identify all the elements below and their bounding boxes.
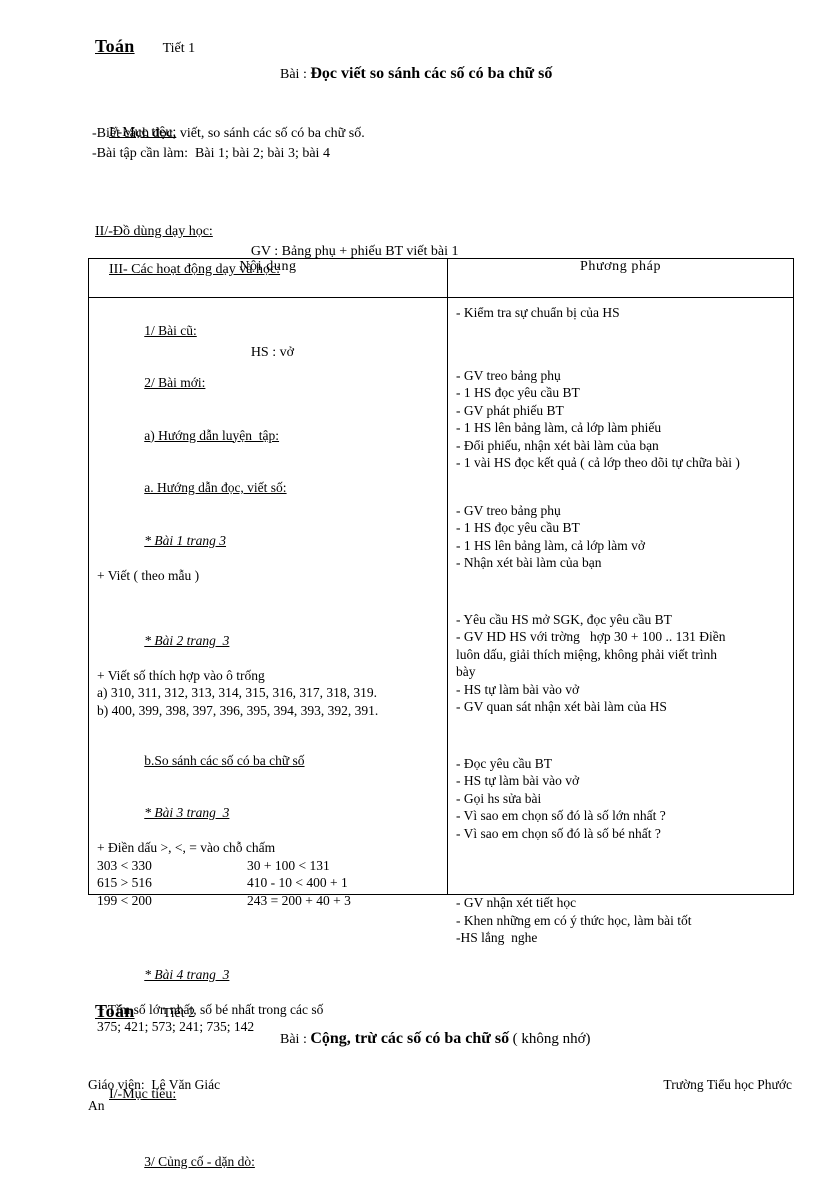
comparison-row-2: 615 > 516 410 - 10 < 400 + 1 [97, 874, 441, 892]
method-g4-line-2: - GV HD HS với trờng hợp 30 + 100 .. 131… [456, 628, 787, 646]
comparison-1-right: 30 + 100 < 131 [247, 857, 330, 875]
page-footer: Giáo viên: Lê Văn Giác Trường Tiểu học P… [88, 1074, 792, 1116]
content-exercise-1-desc: + Viết ( theo mẫu ) [97, 567, 441, 585]
comparison-1-left: 303 < 330 [97, 857, 247, 875]
comparison-row-3: 199 < 200 243 = 200 + 40 + 3 [97, 892, 441, 910]
method-g2-line-2: - 1 HS đọc yêu cầu BT [456, 384, 787, 402]
spacer-2 [97, 719, 441, 734]
table-body-row: 1/ Bài cũ: 2/ Bài mới: a) Hướng dẫn luyệ… [89, 298, 794, 895]
content-exercise-2-title: * Bài 2 trang 3 [97, 614, 441, 667]
method-g3-line-1: - GV treo bảng phụ [456, 502, 787, 520]
method-g5-line-2: - HS tự làm bài vào vở [456, 772, 787, 790]
footer-row: Giáo viên: Lê Văn Giác Trường Tiểu học P… [88, 1074, 792, 1095]
activities-table: Nội dung Phương pháp 1/ Bài cũ: 2/ Bài m… [88, 258, 794, 895]
method-g3-line-2: - 1 HS đọc yêu cầu BT [456, 519, 787, 537]
lesson-2-title-prefix: Bài : [280, 1032, 307, 1047]
method-g1-line-1: - Kiểm tra sự chuẩn bị của HS [456, 304, 787, 322]
content-sub-a: a. Hướng dẫn đọc, viết số: [97, 462, 441, 515]
lesson-2-title-row: Bài : Cộng, trừ các số có ba chữ số ( kh… [95, 1030, 795, 1048]
method-g5-line-4: - Vì sao em chọn số đó là số lớn nhất ? [456, 807, 787, 825]
method-g6-line-1: - GV nhận xét tiết học [456, 894, 787, 912]
content-closing: 3/ Củng cố - dặn dò: [97, 1136, 441, 1188]
method-g6-line-3: -HS lắng nghe [456, 929, 787, 947]
lesson-2-header: Toán Tiết 2 Bài : Cộng, trừ các số có ba… [95, 1001, 795, 1048]
content-exercise-4-title: * Bài 4 trang 3 [97, 948, 441, 1001]
lesson-1-objective-line-2: -Bài tập cần làm: Bài 1; bài 2; bài 3; b… [92, 144, 330, 164]
footer-school-line-2: An [88, 1095, 792, 1116]
method-g2-line-6: - 1 vài HS đọc kết quả ( cả lớp theo dõi… [456, 454, 787, 472]
content-old-lesson: 1/ Bài cũ: [97, 304, 441, 357]
method-g5-line-3: - Gọi hs sửa bài [456, 790, 787, 808]
table-cell-method: - Kiểm tra sự chuẩn bị của HS - GV treo … [448, 298, 794, 895]
lesson-2-title: Cộng, trừ các số có ba chữ số [310, 1030, 509, 1047]
lesson-2-title-tail: ( không nhớ) [513, 1031, 591, 1047]
footer-teacher: Giáo viên: Lê Văn Giác [88, 1074, 220, 1095]
lesson-1-title: Đọc viết so sánh các số có ba chữ số [310, 65, 552, 82]
method-g4-line-1: - Yêu cầu HS mở SGK, đọc yêu cầu BT [456, 611, 787, 629]
method-g3-line-4: - Nhận xét bài làm của bạn [456, 554, 787, 572]
method-column: - Kiểm tra sự chuẩn bị của HS - GV treo … [448, 298, 793, 894]
content-exercise-2-line-a: a) 310, 311, 312, 313, 314, 315, 316, 31… [97, 684, 441, 702]
content-exercise-2-desc: + Viết số thích hợp vào ô trống [97, 667, 441, 685]
lesson-1-materials-label: II/-Đồ dùng dạy học: [95, 222, 213, 242]
spacer-3b [97, 939, 441, 948]
table-cell-content: 1/ Bài cũ: 2/ Bài mới: a) Hướng dẫn luyệ… [89, 298, 448, 895]
content-exercise-1-title: * Bài 1 trang 3 [97, 514, 441, 567]
content-exercise-2-line-b: b) 400, 399, 398, 397, 396, 395, 394, 39… [97, 702, 441, 720]
spacer-3 [97, 909, 441, 939]
method-g5-line-1: - Đọc yêu cầu BT [456, 755, 787, 773]
table-header-row: Nội dung Phương pháp [89, 259, 794, 298]
method-spacer-1 [456, 322, 787, 352]
comparison-3-left: 199 < 200 [97, 892, 247, 910]
comparison-row-1: 303 < 330 30 + 100 < 131 [97, 857, 441, 875]
method-g2-line-1: - GV treo bảng phụ [456, 367, 787, 385]
lesson-1-period: Tiết 1 [163, 41, 196, 57]
method-spacer-2 [456, 472, 787, 502]
content-new-lesson: 2/ Bài mới: [97, 357, 441, 410]
content-column: 1/ Bài cũ: 2/ Bài mới: a) Hướng dẫn luyệ… [89, 298, 447, 894]
method-spacer-3 [456, 572, 787, 602]
method-g2-line-3: - GV phát phiếu BT [456, 402, 787, 420]
content-part-b: b.So sánh các số có ba chữ số [97, 734, 441, 787]
method-g2-line-5: - Đổi phiếu, nhận xét bài làm của bạn [456, 437, 787, 455]
method-spacer-4 [456, 716, 787, 746]
lesson-1-header: Toán Tiết 1 Bài : Đọc viết so sánh các s… [95, 36, 795, 83]
lesson-2-subject-row: Toán Tiết 2 [95, 1001, 795, 1022]
method-spacer-1b [456, 352, 787, 367]
content-exercise-3-desc: + Điền dấu >, <, = vào chỗ chấm [97, 839, 441, 857]
lesson-1-material-gv: GV : Bảng phụ + phiếu BT viết bài 1 [251, 244, 459, 259]
content-part-a: a) Hướng dẫn luyện tập: [97, 409, 441, 462]
method-g4-line-4: bày [456, 663, 787, 681]
lesson-1-title-prefix: Bài : [280, 67, 307, 82]
footer-school: Trường Tiểu học Phước [663, 1074, 792, 1095]
lesson-2-subject: Toán [95, 1001, 135, 1022]
method-g2-line-4: - 1 HS lên bảng làm, cả lớp làm phiếu [456, 419, 787, 437]
method-spacer-4b [456, 746, 787, 755]
document-page: Toán Tiết 1 Bài : Đọc viết so sánh các s… [0, 0, 816, 1123]
method-g5-line-5: - Vì sao em chọn số đó là số bé nhất ? [456, 825, 787, 843]
method-g6-line-2: - Khen những em có ý thức học, làm bài t… [456, 912, 787, 930]
spacer-1 [97, 584, 441, 614]
lesson-2-period: Tiết 2 [163, 1006, 196, 1022]
table-header-content: Nội dung [89, 259, 448, 298]
lesson-1-subject-row: Toán Tiết 1 [95, 36, 795, 57]
table-header-method: Phương pháp [448, 259, 794, 298]
lesson-1-objective-line-1: -Biết cách đọc, viết, so sánh các số có … [92, 124, 365, 144]
lesson-1-subject: Toán [95, 36, 135, 57]
method-spacer-5b [456, 872, 787, 894]
content-exercise-3-title: * Bài 3 trang 3 [97, 787, 441, 840]
method-g4-line-3: luôn dấu, giải thích miệng, không phải v… [456, 646, 787, 664]
footer-school-line-1: Trường Tiểu học Phước [663, 1077, 792, 1092]
method-spacer-3b [456, 602, 787, 611]
comparison-3-right: 243 = 200 + 40 + 3 [247, 892, 351, 910]
lesson-1-title-row: Bài : Đọc viết so sánh các số có ba chữ … [95, 65, 795, 83]
method-spacer-5 [456, 842, 787, 872]
comparison-2-left: 615 > 516 [97, 874, 247, 892]
method-g4-line-5: - HS tự làm bài vào vở [456, 681, 787, 699]
method-g4-line-6: - GV quan sát nhận xét bài làm của HS [456, 698, 787, 716]
method-g3-line-3: - 1 HS lên bảng làm, cả lớp làm vở [456, 537, 787, 555]
comparison-2-right: 410 - 10 < 400 + 1 [247, 874, 348, 892]
